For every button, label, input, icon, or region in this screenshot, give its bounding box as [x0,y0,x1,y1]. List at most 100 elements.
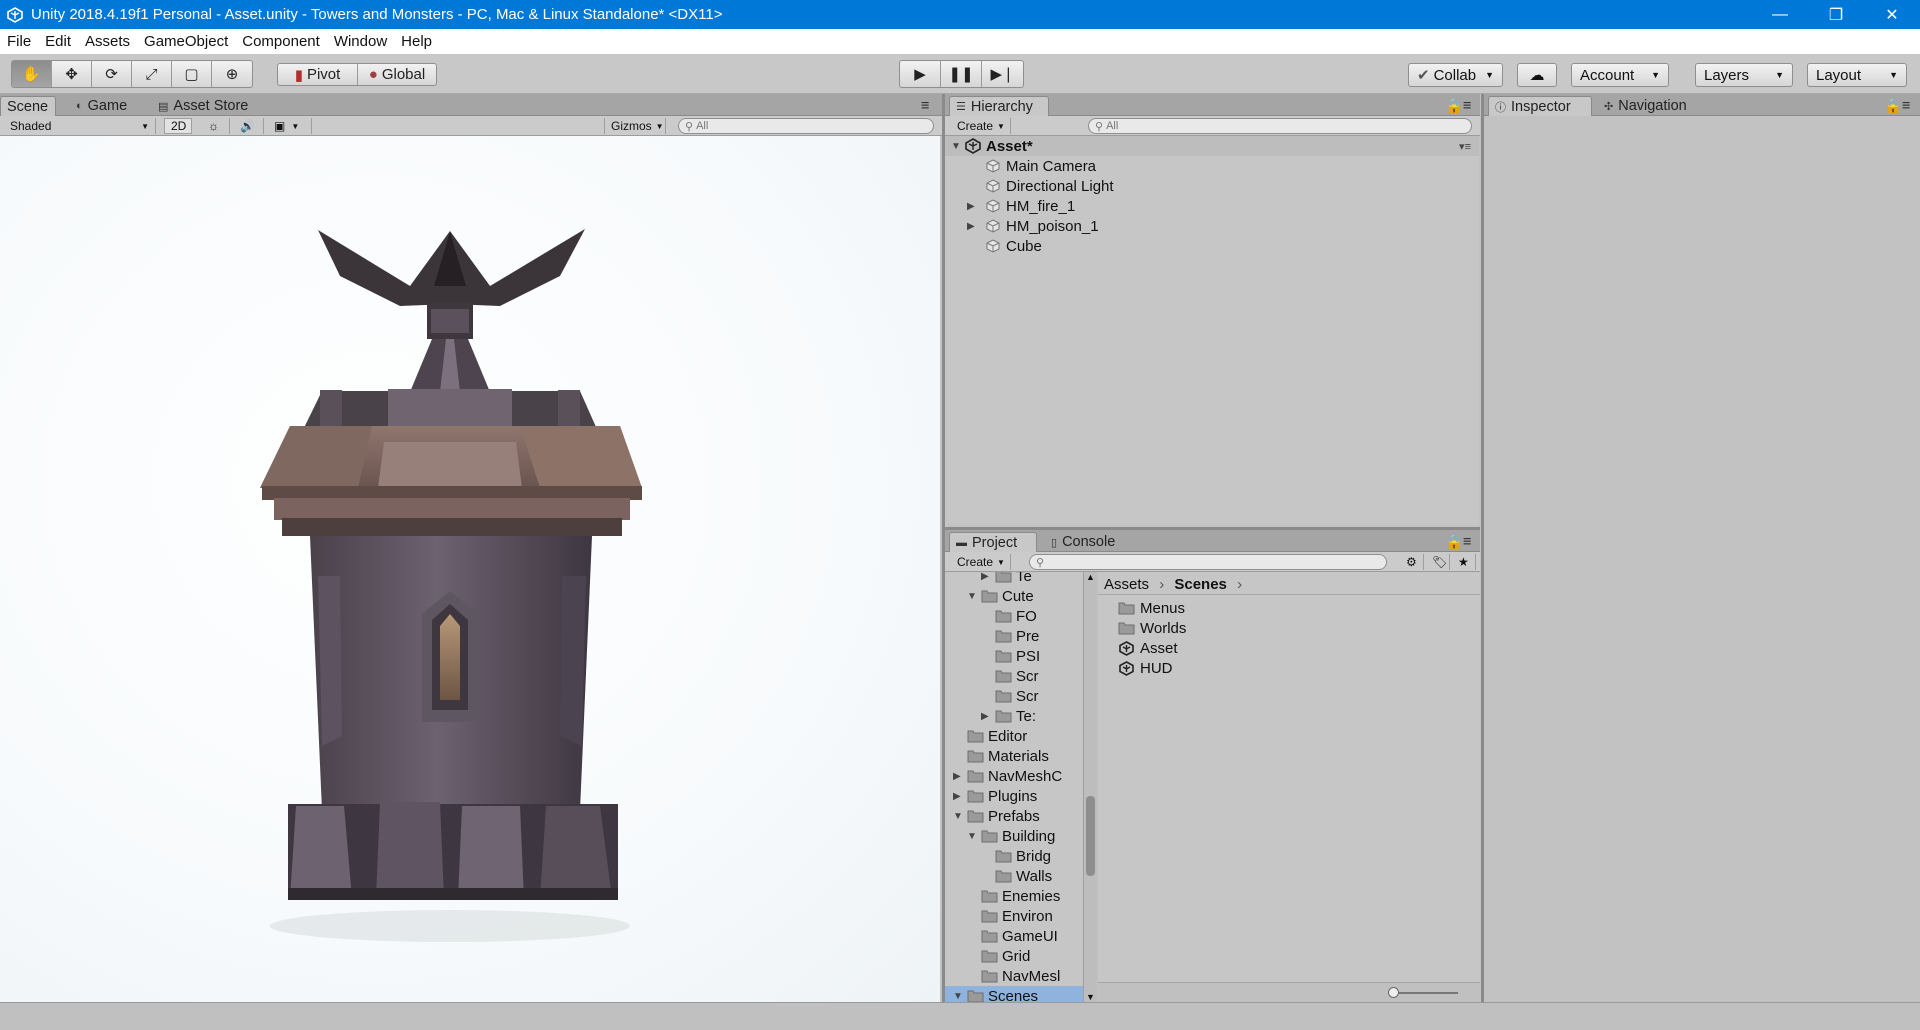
scene-options-icon[interactable]: ▾≡ [1459,140,1471,153]
cloud-button[interactable]: ☁ [1517,63,1557,87]
project-file-item[interactable]: Worlds [1118,618,1186,638]
filter-by-label-button[interactable]: 🏷 [1426,554,1450,570]
breadcrumb-scenes[interactable]: Scenes [1174,576,1227,593]
collab-dropdown[interactable]: ✔ Collab ▼ [1408,63,1503,87]
hierarchy-item[interactable]: ▶ HM_poison_1 [945,216,1479,236]
project-tree-item[interactable]: Pre [945,626,1083,646]
global-button[interactable]: ● Global [358,64,436,85]
move-tool-button[interactable]: ✥ [52,61,92,87]
filter-by-type-button[interactable]: ⚙ [1400,554,1424,570]
expand-right-icon[interactable]: ▶ [967,201,985,212]
expand-down-icon[interactable]: ▼ [967,591,981,602]
project-tree-item[interactable]: ▼ Prefabs [945,806,1083,826]
hierarchy-item[interactable]: Directional Light [945,176,1479,196]
play-button[interactable]: ▶ [900,61,941,87]
rotate-tool-button[interactable]: ⟳ [92,61,132,87]
shading-mode-dropdown[interactable]: Shaded ▼ [4,118,156,134]
project-file-item[interactable]: Asset [1118,638,1178,658]
scrollbar-thumb[interactable] [1086,796,1095,876]
hierarchy-menu-button[interactable]: ≡ [1457,96,1477,116]
scroll-up-icon[interactable]: ▲ [1086,572,1095,582]
expand-right-icon[interactable]: ▶ [953,771,967,782]
hierarchy-item[interactable]: Cube [945,236,1479,256]
expand-down-icon[interactable]: ▼ [953,811,967,822]
gizmos-dropdown[interactable]: Gizmos ▼ [604,118,666,134]
tab-asset-store[interactable]: ▤ Asset Store [152,96,254,116]
project-tree-item[interactable]: Bridg [945,846,1083,866]
project-tree-item[interactable]: ▼ Cute [945,586,1083,606]
hierarchy-search-input[interactable]: ⚲ All [1088,118,1472,134]
hierarchy-create-dropdown[interactable]: Create ▼ [951,118,1011,134]
project-file-item[interactable]: Menus [1118,598,1185,618]
project-tree-item[interactable]: Scr [945,686,1083,706]
project-tree-item[interactable]: Materials [945,746,1083,766]
layers-dropdown[interactable]: Layers ▼ [1695,63,1793,87]
inspector-menu-button[interactable]: ≡ [1896,96,1916,116]
project-tree-item[interactable]: FO [945,606,1083,626]
menu-assets[interactable]: Assets [78,33,137,50]
close-button[interactable]: ✕ [1864,0,1920,29]
expand-right-icon[interactable]: ▶ [981,711,995,722]
icon-size-slider-thumb[interactable] [1388,987,1399,998]
project-tree-item[interactable]: Environ [945,906,1083,926]
tab-navigation[interactable]: ✣ Navigation [1598,96,1693,116]
tab-game[interactable]: ◐ Game [70,96,133,116]
mode-2d-toggle[interactable]: 2D [164,118,192,134]
minimize-button[interactable]: — [1752,0,1808,29]
project-tree-item[interactable]: ▶ NavMeshC [945,766,1083,786]
tab-console[interactable]: ▯ Console [1045,532,1121,552]
pivot-button[interactable]: ▮ Pivot [278,64,358,85]
icon-size-slider-track[interactable] [1390,992,1458,994]
panel-menu-button[interactable]: ≡ [915,96,935,116]
project-tree-item[interactable]: ▶ Te: [945,706,1083,726]
project-search-input[interactable]: ⚲ [1029,554,1387,570]
hierarchy-scene-row[interactable]: ▼ Asset* ▾≡ [945,136,1479,156]
project-create-dropdown[interactable]: Create ▼ [951,554,1011,570]
hand-tool-button[interactable]: ✋ [12,61,52,87]
menu-file[interactable]: File [0,33,38,50]
project-tree-item[interactable]: ▼ Building [945,826,1083,846]
expand-right-icon[interactable]: ▶ [981,572,995,582]
effects-dropdown[interactable]: ▣ ▼ [268,118,312,134]
menu-help[interactable]: Help [394,33,439,50]
hierarchy-item[interactable]: ▶ HM_fire_1 [945,196,1479,216]
project-tree-scrollbar[interactable]: ▲ ▼ [1083,572,1097,1002]
project-tree-item[interactable]: GameUI [945,926,1083,946]
project-tree-item[interactable]: Scr [945,666,1083,686]
scene-viewport[interactable] [0,136,940,1002]
scene-search-input[interactable]: ⚲ All [678,118,934,134]
project-tree-item[interactable]: Enemies [945,886,1083,906]
maximize-button[interactable]: ❐ [1808,0,1864,29]
project-tree-item[interactable]: PSI [945,646,1083,666]
expand-right-icon[interactable]: ▶ [953,791,967,802]
layout-dropdown[interactable]: Layout ▼ [1807,63,1907,87]
account-dropdown[interactable]: Account ▼ [1571,63,1669,87]
menu-gameobject[interactable]: GameObject [137,33,235,50]
audio-toggle[interactable]: 🔊 [234,118,264,134]
project-file-item[interactable]: HUD [1118,658,1173,678]
tab-project[interactable]: ▬ Project [949,532,1037,552]
step-button[interactable]: ▶❘ [982,61,1023,87]
tab-inspector[interactable]: ⓘ Inspector [1488,96,1592,116]
lighting-toggle[interactable]: ☼ [202,118,230,134]
scroll-down-icon[interactable]: ▼ [1086,992,1095,1002]
inspector-splitter[interactable] [1481,94,1484,1002]
transform-tool-button[interactable]: ⊕ [212,61,252,87]
favorites-button[interactable]: ★ [1452,554,1476,570]
project-tree-item[interactable]: ▶ Plugins [945,786,1083,806]
expand-down-icon[interactable]: ▼ [967,831,981,842]
tab-scene[interactable]: Scene [0,96,56,116]
tab-hierarchy[interactable]: ☰ Hierarchy [949,96,1049,116]
project-tree-item[interactable]: ▶ Te [945,572,1083,586]
project-tree-item[interactable]: Walls [945,866,1083,886]
menu-window[interactable]: Window [327,33,394,50]
project-tree-item[interactable]: Editor [945,726,1083,746]
project-tree-item[interactable]: Grid [945,946,1083,966]
rect-tool-button[interactable]: ▢ [172,61,212,87]
pause-button[interactable]: ❚❚ [941,61,982,87]
project-tree-item[interactable]: ▼ Scenes [945,986,1083,1002]
menu-component[interactable]: Component [235,33,327,50]
scale-tool-button[interactable]: ⤢ [132,61,172,87]
expand-right-icon[interactable]: ▶ [967,221,985,232]
menu-edit[interactable]: Edit [38,33,78,50]
